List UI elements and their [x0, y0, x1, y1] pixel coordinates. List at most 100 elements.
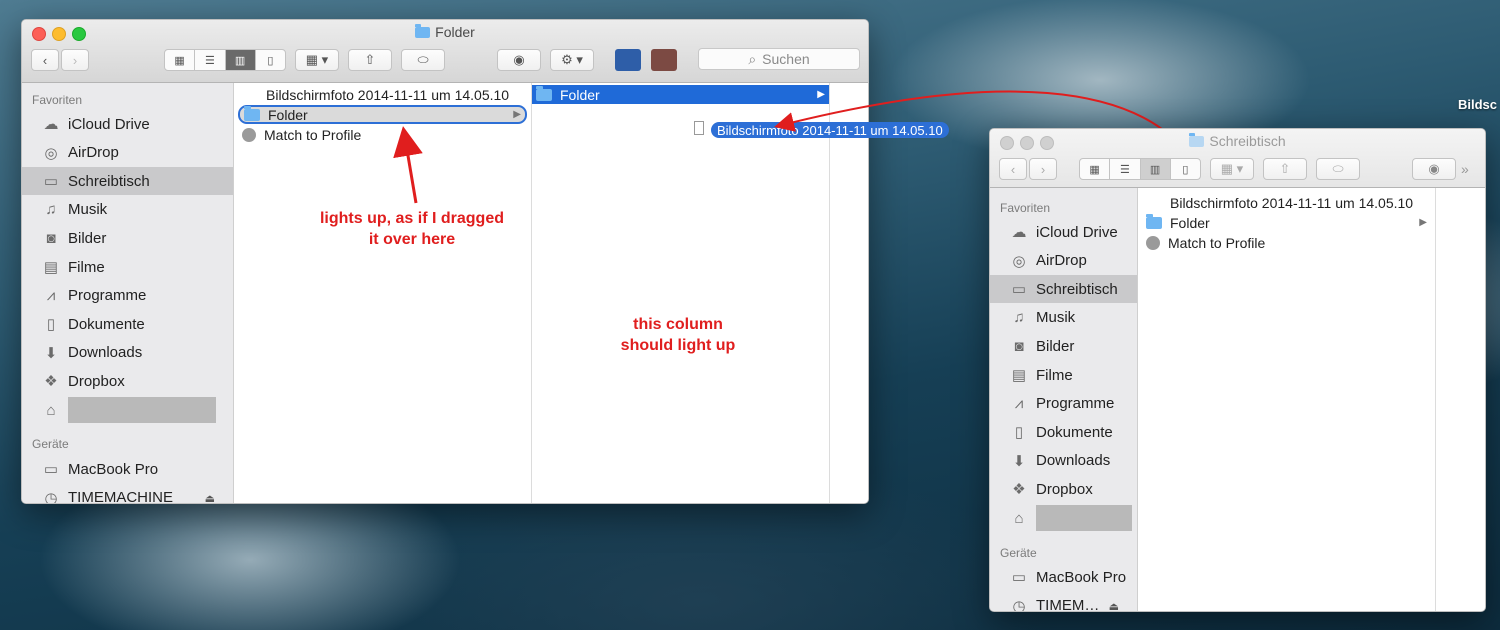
icon-view-button[interactable]: ▦ — [1080, 159, 1111, 179]
list-item[interactable]: Match to Profile — [238, 125, 527, 144]
icon-view-button[interactable]: ▦ — [165, 50, 196, 70]
download-icon: ⬇ — [1012, 452, 1026, 470]
list-item-label: Match to Profile — [264, 126, 362, 143]
sidebar-item-schreibtisch[interactable]: ▭ Schreibtisch — [22, 167, 233, 196]
window-title-text: Folder — [435, 24, 475, 40]
sidebar-item-filme[interactable]: ▤ Filme — [990, 361, 1137, 389]
list-item[interactable]: Bildschirmfoto 2014-11-11 um 14.05.10 — [238, 85, 527, 104]
sidebar-item-programme[interactable]: ⩘ Programme — [990, 390, 1137, 418]
list-item[interactable]: Bildschirmfoto 2014-11-11 um 14.05.10 — [1142, 193, 1431, 212]
sidebar-item-label: TIMEM… — [1036, 597, 1100, 611]
column-2[interactable] — [1436, 188, 1485, 611]
dragged-item[interactable]: Bildschirmfoto 2014-11-11 um 14.05.10 — [711, 122, 949, 138]
toolbar-overflow-icon[interactable]: » — [1461, 161, 1469, 177]
sidebar-item-label: MacBook Pro — [68, 460, 159, 478]
coverflow-icon: ▯ — [267, 54, 274, 67]
arrange-button[interactable]: ▦ ▾ — [295, 49, 339, 71]
sidebar-item-label: iCloud Drive — [68, 115, 150, 133]
tags-button[interactable]: ⬭ — [1316, 158, 1360, 180]
finder-window-desktop: Schreibtisch ‹ › ▦ ☰ ▥ ▯ ▦ ▾ ⇧ ⬭ ◉ » Fav… — [989, 128, 1486, 612]
music-note-icon: ♫ — [1013, 309, 1025, 327]
list-item-label: Bildschirmfoto 2014-11-11 um 14.05.10 — [1170, 194, 1414, 211]
sidebar-item-airdrop[interactable]: ◎ AirDrop — [22, 139, 233, 167]
list-item[interactable]: Folder ▶ — [1142, 213, 1431, 232]
back-button[interactable]: ‹ — [999, 158, 1027, 180]
eject-icon[interactable]: ⏏ — [205, 492, 215, 503]
colorsync-icon — [1146, 235, 1160, 250]
share-button[interactable]: ⇧ — [348, 49, 392, 71]
quicklook-button[interactable]: ◉ — [1412, 158, 1456, 180]
sidebar-item-bilder[interactable]: ◙ Bilder — [990, 332, 1137, 360]
gear-icon: ⚙ ▾ — [561, 52, 583, 67]
app-shortcut-icon[interactable] — [651, 49, 677, 71]
tags-button[interactable]: ⬭ — [401, 49, 445, 71]
eye-icon: ◉ — [1428, 161, 1440, 176]
folder-icon — [415, 24, 431, 38]
sidebar-device-macbook-pro[interactable]: ▭ MacBook Pro — [22, 455, 233, 483]
quicklook-button[interactable]: ◉ — [497, 49, 541, 71]
tag-icon: ⬭ — [417, 52, 429, 67]
chevron-left-icon: ‹ — [1010, 161, 1016, 177]
forward-button[interactable]: › — [61, 49, 89, 71]
column-header-label: Folder — [560, 86, 600, 103]
sidebar-device-timemachine[interactable]: ◷ TIMEMACHINE ⏏ — [22, 484, 233, 503]
sidebar-item-label: Dokumente — [68, 315, 145, 333]
column-header-folder[interactable]: Folder ▶ — [532, 85, 829, 104]
sidebar-item-dropbox[interactable]: ❖ Dropbox — [22, 367, 233, 395]
sidebar-item-musik[interactable]: ♫ Musik — [990, 304, 1137, 332]
search-field[interactable]: ⌕ Suchen — [698, 48, 860, 70]
sidebar-item-airdrop[interactable]: ◎ AirDrop — [990, 247, 1137, 275]
folder-icon — [1189, 133, 1205, 147]
sidebar-item-label: Dropbox — [1036, 480, 1093, 498]
list-icon: ☰ — [204, 54, 215, 67]
window-title: Folder — [22, 24, 868, 40]
sidebar-item-icloud-drive[interactable]: ☁ iCloud Drive — [990, 218, 1137, 246]
sidebar-item-downloads[interactable]: ⬇ Downloads — [990, 447, 1137, 475]
list-item-label: Match to Profile — [1168, 234, 1266, 251]
back-button[interactable]: ‹ — [31, 49, 59, 71]
column-3[interactable] — [830, 83, 868, 503]
music-note-icon: ♫ — [45, 201, 57, 219]
sidebar-device-timem-[interactable]: ◷ TIMEM… ⏏ — [990, 592, 1137, 611]
laptop-icon: ▭ — [1011, 569, 1027, 586]
column-view-button[interactable]: ▥ — [225, 50, 256, 70]
dragged-file-icon — [694, 121, 704, 135]
sidebar-item-musik[interactable]: ♫ Musik — [22, 196, 233, 224]
coverflow-view-button[interactable]: ▯ — [256, 50, 285, 70]
sidebar-item-bilder[interactable]: ◙ Bilder — [22, 224, 233, 252]
sidebar-item-label: Dokumente — [1036, 423, 1113, 441]
sidebar-item-dokumente[interactable]: ▯ Dokumente — [22, 310, 233, 338]
list-item[interactable]: Match to Profile — [1142, 233, 1431, 252]
view-mode-segment: ▦ ☰ ▥ ▯ — [164, 49, 286, 71]
sidebar-item-label: Programme — [1036, 395, 1115, 413]
column-2[interactable]: Folder ▶ — [532, 83, 830, 503]
sidebar-item-dropbox[interactable]: ❖ Dropbox — [990, 475, 1137, 503]
sidebar-item-schreibtisch[interactable]: ▭ Schreibtisch — [990, 275, 1137, 304]
sidebar-item-home[interactable]: ⌂ — [22, 396, 233, 424]
sidebar-item-filme[interactable]: ▤ Filme — [22, 253, 233, 281]
sidebar-item-label: Downloads — [1036, 452, 1111, 470]
eject-icon[interactable]: ⏏ — [1109, 600, 1119, 611]
sidebar-device-macbook-pro[interactable]: ▭ MacBook Pro — [990, 563, 1137, 591]
column-view-button[interactable]: ▥ — [1140, 159, 1171, 179]
forward-button[interactable]: › — [1029, 158, 1057, 180]
app-shortcut-icon[interactable] — [615, 49, 641, 71]
arrange-button[interactable]: ▦ ▾ — [1210, 158, 1254, 180]
redacted-username — [1036, 505, 1132, 531]
list-view-button[interactable]: ☰ — [195, 50, 226, 70]
sidebar-item-downloads[interactable]: ⬇ Downloads — [22, 339, 233, 367]
coverflow-view-button[interactable]: ▯ — [1171, 159, 1200, 179]
list-item[interactable]: Folder ▶ — [238, 105, 527, 124]
sidebar-item-home[interactable]: ⌂ — [990, 504, 1137, 532]
sidebar-item-icloud-drive[interactable]: ☁ iCloud Drive — [22, 110, 233, 138]
folder-icon — [244, 105, 260, 121]
window-title-text: Schreibtisch — [1209, 133, 1286, 149]
sidebar-item-dokumente[interactable]: ▯ Dokumente — [990, 418, 1137, 446]
list-view-button[interactable]: ☰ — [1110, 159, 1141, 179]
action-button[interactable]: ⚙ ▾ — [550, 49, 594, 71]
share-button[interactable]: ⇧ — [1263, 158, 1307, 180]
sidebar: Favoriten ☁ iCloud Drive ◎ AirDrop ▭ Schreibt… — [990, 188, 1138, 611]
sidebar-item-programme[interactable]: ⩘ Programme — [22, 282, 233, 310]
coverflow-icon: ▯ — [1182, 163, 1189, 176]
image-file-icon — [242, 89, 258, 101]
